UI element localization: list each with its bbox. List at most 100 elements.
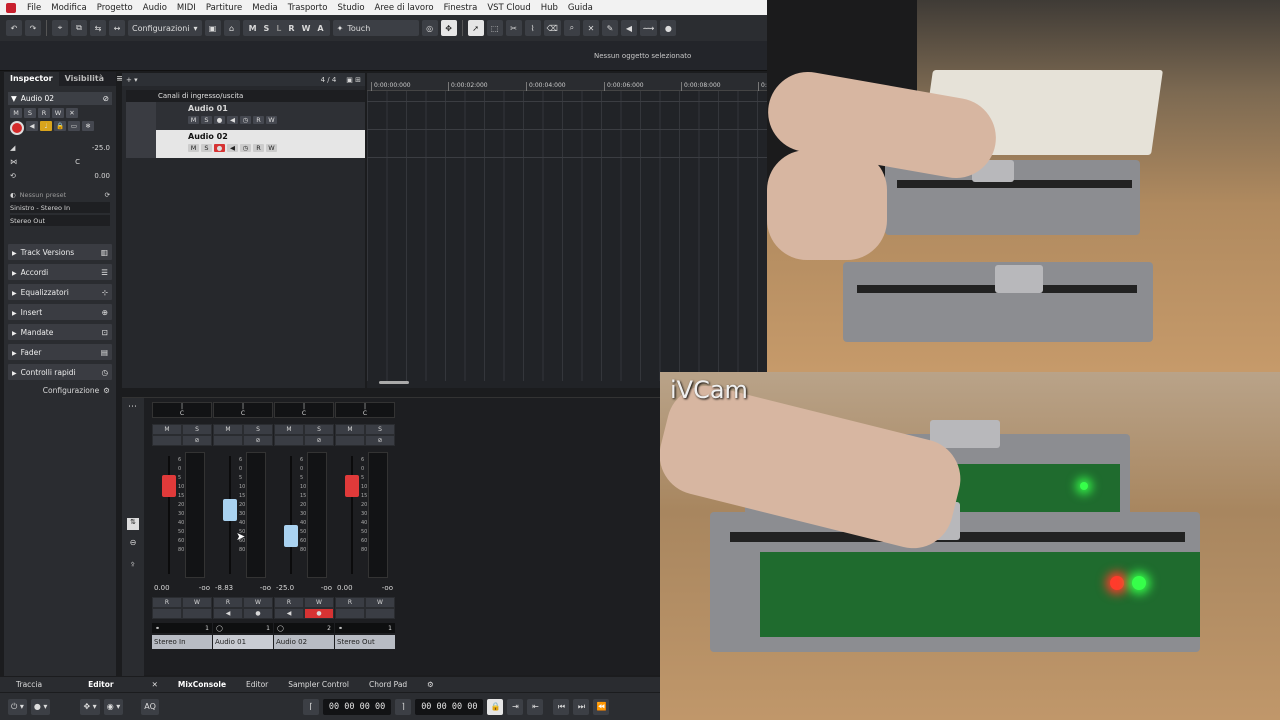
range-tool-icon[interactable]: ⬚ — [486, 20, 503, 36]
loop-icon[interactable]: ↔ — [109, 20, 125, 36]
timewarp-tool-icon[interactable]: ⟿ — [639, 20, 658, 36]
left-locator-icon[interactable]: ⌈ — [302, 698, 319, 715]
read-button[interactable]: R — [38, 108, 50, 118]
menu-audio[interactable]: Audio — [138, 3, 172, 13]
monitor-button[interactable] — [152, 608, 182, 619]
mute-button[interactable]: M — [213, 424, 243, 435]
a-button[interactable]: A — [314, 24, 326, 33]
fader-cap[interactable] — [284, 525, 298, 547]
solo-button[interactable]: S — [365, 424, 395, 435]
input-routing[interactable]: Sinistro - Stereo In — [10, 202, 110, 213]
solo-button[interactable]: S — [304, 424, 334, 435]
lock-icon[interactable]: 🔒 — [487, 698, 504, 715]
project-timeline[interactable]: 0:00:00:000 0:00:02:000 0:00:04:000 0:00… — [367, 73, 784, 388]
collapse-icon[interactable]: ▼ — [11, 94, 17, 103]
rewind-icon[interactable]: ⏪ — [593, 698, 610, 715]
menu-trasporto[interactable]: Trasporto — [283, 3, 333, 13]
write-button[interactable]: W — [266, 116, 277, 124]
zoom-tool-icon[interactable]: ⌕ — [563, 20, 580, 36]
section-fader[interactable]: ▶ Fader ▤ — [8, 344, 112, 360]
meter-icon[interactable]: ⍚ — [127, 558, 139, 570]
go-to-start-icon[interactable]: ⏮ — [553, 698, 570, 715]
erase-tool-icon[interactable]: ⌫ — [543, 20, 561, 36]
monitor-button[interactable] — [335, 608, 365, 619]
volume-row[interactable]: ◢ -25.0 — [10, 141, 110, 155]
menu-aree-di-lavoro[interactable]: Aree di lavoro — [370, 3, 439, 13]
listen-button[interactable] — [274, 435, 304, 446]
volume-value[interactable]: 0.00 — [154, 584, 170, 593]
draw-tool-icon[interactable]: ✎ — [601, 20, 618, 36]
monitor-button[interactable]: ◀ — [227, 116, 238, 124]
split-tool-icon[interactable]: ✂ — [505, 20, 522, 36]
time-ruler[interactable]: 0:00:00:000 0:00:02:000 0:00:04:000 0:00… — [367, 73, 784, 91]
close-icon[interactable]: ✕ — [66, 108, 78, 118]
edit-channel-icon[interactable]: ⊘ — [182, 435, 212, 446]
edit-channel-icon[interactable]: ⊘ — [103, 94, 109, 103]
mute-all-button[interactable]: M — [246, 24, 260, 33]
peak-value[interactable]: -oo — [382, 584, 393, 593]
peak-value[interactable]: -oo — [321, 584, 332, 593]
write-button[interactable]: W — [304, 597, 334, 608]
solo-button[interactable]: S — [243, 424, 273, 435]
volume-fader[interactable] — [159, 452, 179, 578]
pan-knob[interactable]: | C — [274, 402, 334, 418]
track-audio-01[interactable]: Audio 01 M S ● ◀ ◷ R W — [126, 102, 365, 130]
record-enable-button[interactable]: ● — [304, 608, 334, 619]
horizontal-scrollbar[interactable] — [379, 381, 409, 384]
io-row[interactable]: ⚭ 1 — [335, 623, 395, 633]
volume-fader[interactable] — [342, 452, 362, 578]
color-tool-icon[interactable]: ● — [660, 20, 677, 36]
record-mode-icon[interactable]: ● ▾ — [30, 698, 51, 715]
read-button[interactable]: R — [335, 597, 365, 608]
punch-in-icon[interactable]: ⇥ — [507, 698, 524, 715]
solo-button[interactable]: S — [201, 116, 212, 124]
save-config-icon[interactable]: ▣ — [204, 20, 221, 36]
volume-value[interactable]: -25.0 — [92, 144, 110, 152]
record-enable-button[interactable]: ● — [214, 116, 225, 124]
snap-icon[interactable]: ✥ — [440, 20, 457, 36]
record-enable-button[interactable] — [10, 121, 24, 135]
track-name[interactable]: Audio 02 — [188, 132, 359, 141]
right-locator-time[interactable]: 00 00 00 00 — [415, 698, 484, 715]
pan-value[interactable]: 0.00 — [94, 172, 110, 180]
activate-project-icon[interactable]: ⏻ ▾ — [8, 698, 27, 715]
lock-config-icon[interactable]: ⌂ — [223, 20, 240, 36]
io-row[interactable]: ⚭ 1 — [152, 623, 212, 633]
pan-knob[interactable]: | C — [335, 402, 395, 418]
read-all-button[interactable]: R — [285, 24, 297, 33]
channel-name[interactable]: Audio 02 — [274, 635, 334, 649]
redo-icon[interactable]: ↷ — [25, 20, 41, 36]
tab-chord-pad[interactable]: Chord Pad — [359, 680, 417, 689]
peak-value[interactable]: -oo — [260, 584, 271, 593]
inspector-configuration[interactable]: Configurazione ⚙ — [10, 386, 110, 395]
record-enable-button[interactable] — [182, 608, 212, 619]
menu-vst-cloud[interactable]: VST Cloud — [482, 3, 535, 13]
read-button[interactable]: R — [274, 597, 304, 608]
section-inserts[interactable]: ▶ Insert ⊕ — [8, 304, 112, 320]
crop-icon[interactable]: ⧉ — [71, 20, 87, 36]
delay-row[interactable]: ⟲ 0.00 — [10, 169, 110, 183]
menu-guida[interactable]: Guida — [563, 3, 598, 13]
mixer-menu-icon[interactable]: ⋯ — [128, 402, 137, 412]
record-enable-button[interactable]: ● — [243, 608, 273, 619]
right-locator-icon[interactable]: ⌉ — [395, 698, 412, 715]
tab-editor-left[interactable]: Editor — [78, 680, 124, 689]
gear-icon[interactable]: ⚙ — [417, 680, 444, 689]
read-button[interactable]: R — [253, 116, 264, 124]
menu-studio[interactable]: Studio — [332, 3, 369, 13]
pan-row[interactable]: ⋈ C — [10, 155, 110, 169]
mute-button[interactable]: M — [188, 116, 199, 124]
mute-button[interactable]: M — [10, 108, 22, 118]
listen-button[interactable] — [213, 435, 243, 446]
read-button[interactable]: R — [213, 597, 243, 608]
mute-tool-icon[interactable]: ✕ — [582, 20, 599, 36]
tab-track[interactable]: Traccia — [0, 680, 52, 689]
menu-modifica[interactable]: Modifica — [46, 3, 92, 13]
autoscroll-icon[interactable]: ◎ — [421, 20, 438, 36]
zones-icon[interactable]: ⊖ — [127, 538, 139, 550]
solo-button[interactable]: S — [24, 108, 36, 118]
write-button[interactable]: W — [52, 108, 64, 118]
monitor-button[interactable]: ◀ — [227, 144, 238, 152]
timebase-icon[interactable]: ◷ — [240, 144, 251, 152]
read-button[interactable]: R — [152, 597, 182, 608]
